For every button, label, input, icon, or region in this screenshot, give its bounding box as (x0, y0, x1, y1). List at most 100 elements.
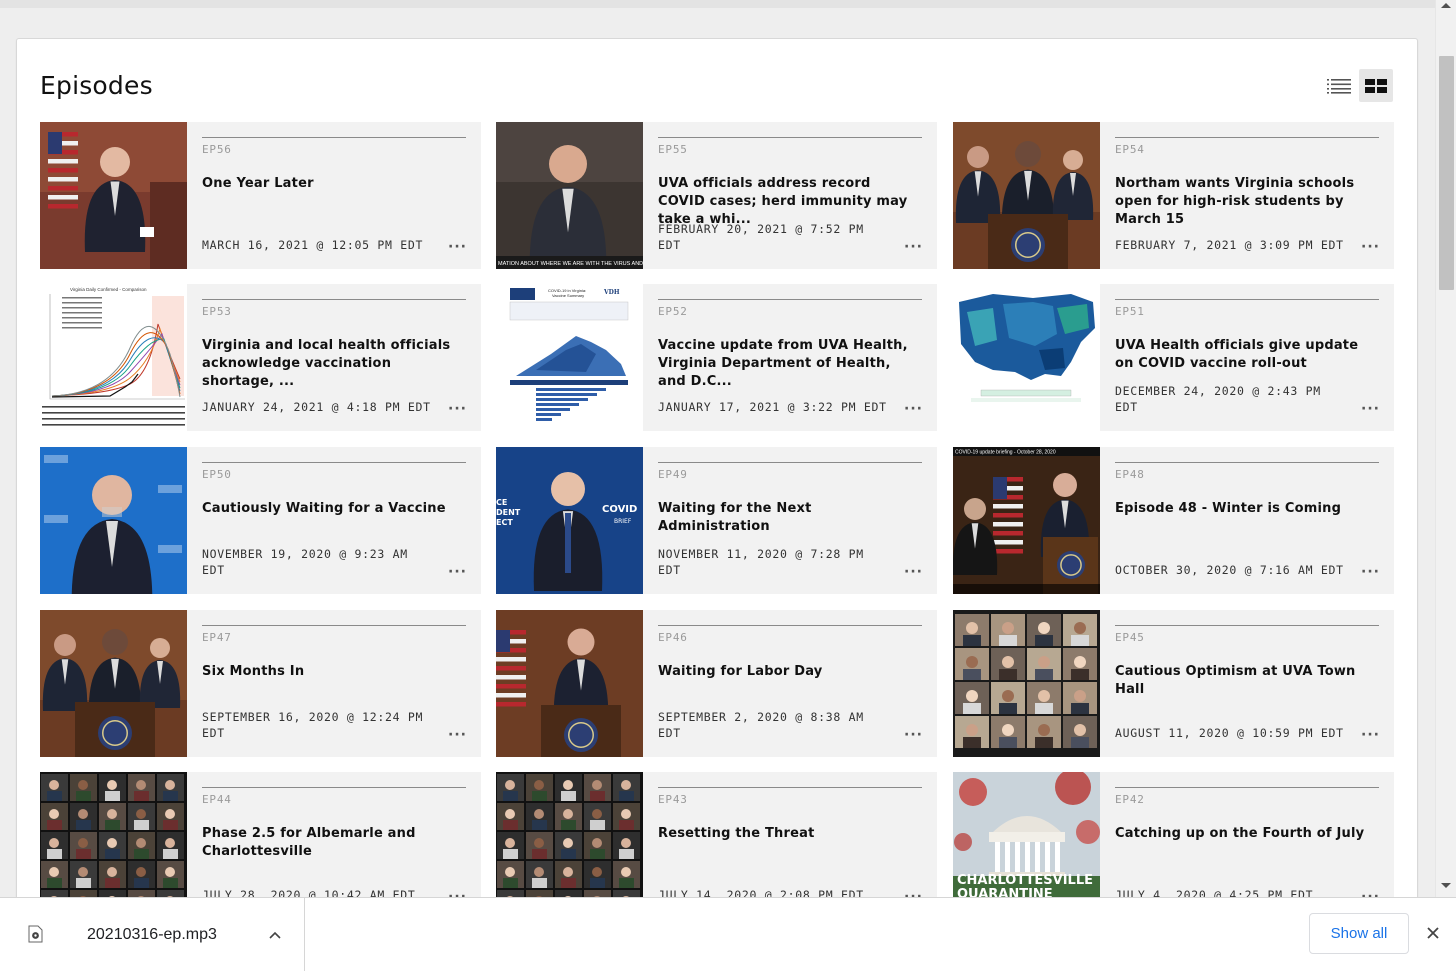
episode-thumbnail[interactable] (40, 772, 187, 897)
episode-thumbnail[interactable] (40, 447, 187, 594)
more-options-icon[interactable]: ··· (1361, 240, 1380, 254)
episode-card[interactable]: Virginia Daily Confirmed - Comparison EP… (40, 284, 481, 431)
divider (658, 137, 922, 138)
episode-thumbnail[interactable] (496, 610, 643, 757)
episode-thumbnail[interactable]: COVID-19 update briefing - October 28, 2… (953, 447, 1100, 594)
episode-title[interactable]: One Year Later (202, 175, 464, 193)
more-options-icon[interactable]: ··· (1361, 402, 1380, 416)
episode-thumbnail[interactable] (953, 284, 1100, 431)
episode-title[interactable]: Virginia and local health officials ackn… (202, 337, 464, 391)
episode-card[interactable]: EP50 Cautiously Waiting for a Vaccine NO… (40, 447, 481, 594)
more-options-icon[interactable]: ··· (904, 240, 923, 254)
more-options-icon[interactable]: ··· (448, 240, 467, 254)
episode-title[interactable]: Phase 2.5 for Albemarle and Charlottesvi… (202, 825, 464, 861)
episode-number: EP45 (1115, 631, 1145, 644)
chevron-up-icon[interactable] (268, 927, 282, 945)
episode-card[interactable]: CHARLOTTESVILLE QUARANTINE EP42 Catching… (953, 772, 1394, 897)
episode-title[interactable]: Six Months In (202, 663, 464, 681)
episode-title[interactable]: Vaccine update from UVA Health, Virginia… (658, 337, 920, 391)
vertical-scrollbar[interactable] (1435, 0, 1456, 897)
episode-date: FEBRUARY 7, 2021 @ 3:09 PM EDT (1115, 238, 1344, 252)
episode-thumbnail[interactable] (496, 772, 643, 897)
episode-info: EP45 Cautious Optimism at UVA Town Hall … (1100, 610, 1394, 757)
episode-thumbnail[interactable] (953, 122, 1100, 269)
download-bar: 20210316-ep.mp3 Show all (0, 897, 1456, 971)
download-item[interactable]: 20210316-ep.mp3 (0, 898, 305, 971)
episode-date: FEBRUARY 20, 2021 @ 7:52 PM EDT (658, 222, 864, 252)
episode-card[interactable]: COVID-19 in Virginia: Vaccine Summary VD… (496, 284, 937, 431)
scrollbar-thumb[interactable] (1439, 56, 1454, 290)
episode-card[interactable]: EP56 One Year Later MARCH 16, 2021 @ 12:… (40, 122, 481, 269)
episode-card[interactable]: EP43 Resetting the Threat JULY 14, 2020 … (496, 772, 937, 897)
svg-text:VDH: VDH (603, 289, 620, 296)
episode-number: EP56 (202, 143, 232, 156)
svg-text:COVID: COVID (602, 504, 637, 515)
episode-info: EP42 Catching up on the Fourth of July J… (1100, 772, 1394, 897)
episode-number: EP43 (658, 793, 688, 806)
page-top-strip (0, 0, 1435, 8)
episode-title[interactable]: Waiting for Labor Day (658, 663, 920, 681)
episode-thumbnail[interactable] (40, 610, 187, 757)
episode-info: EP48 Episode 48 - Winter is Coming OCTOB… (1100, 447, 1394, 594)
grid-view-button[interactable] (1359, 69, 1393, 102)
episode-date: NOVEMBER 19, 2020 @ 9:23 AM EDT (202, 547, 408, 577)
svg-text:COVID-19 update briefing - Oct: COVID-19 update briefing - October 28, 2… (955, 450, 1056, 456)
show-all-button[interactable]: Show all (1309, 913, 1409, 954)
episode-date: DECEMBER 24, 2020 @ 2:43 PM EDT (1115, 384, 1321, 414)
more-options-icon[interactable]: ··· (904, 728, 923, 742)
more-options-icon[interactable]: ··· (904, 565, 923, 579)
scroll-down-arrow-icon[interactable] (1441, 883, 1451, 888)
list-view-button[interactable] (1322, 69, 1356, 102)
browser-viewport: Episodes EP56 One Year Later MARCH 16, 2… (0, 0, 1435, 897)
episode-card[interactable]: EP45 Cautious Optimism at UVA Town Hall … (953, 610, 1394, 757)
download-file-name: 20210316-ep.mp3 (87, 926, 217, 943)
episode-number: EP54 (1115, 143, 1145, 156)
divider (1115, 787, 1379, 788)
more-options-icon[interactable]: ··· (448, 565, 467, 579)
episode-number: EP48 (1115, 468, 1145, 481)
episode-info: EP56 One Year Later MARCH 16, 2021 @ 12:… (187, 122, 481, 269)
episode-card[interactable]: EP51 UVA Health officials give update on… (953, 284, 1394, 431)
svg-text:CE: CE (496, 498, 507, 507)
more-options-icon[interactable]: ··· (904, 402, 923, 416)
episode-thumbnail[interactable] (953, 610, 1100, 757)
more-options-icon[interactable]: ··· (1361, 728, 1380, 742)
episode-info: EP50 Cautiously Waiting for a Vaccine NO… (187, 447, 481, 594)
episode-card[interactable]: MATION ABOUT WHERE WE ARE WITH THE VIRUS… (496, 122, 937, 269)
close-icon[interactable] (1424, 924, 1442, 942)
view-toggle (1322, 69, 1393, 102)
episode-title[interactable]: Waiting for the Next Administration (658, 500, 920, 536)
episode-thumbnail[interactable]: CE DENT ECT COVID BRIEF (496, 447, 643, 594)
episode-thumbnail[interactable]: CHARLOTTESVILLE QUARANTINE (953, 772, 1100, 897)
more-options-icon[interactable]: ··· (448, 402, 467, 416)
episode-title[interactable]: Northam wants Virginia schools open for … (1115, 175, 1377, 229)
grid-view-icon (1365, 78, 1387, 93)
episode-thumbnail[interactable] (40, 122, 187, 269)
audio-file-icon (28, 925, 43, 943)
episode-title[interactable]: Cautiously Waiting for a Vaccine (202, 500, 464, 518)
episode-info: EP46 Waiting for Labor Day SEPTEMBER 2, … (643, 610, 937, 757)
episode-number: EP51 (1115, 305, 1145, 318)
divider (1115, 299, 1379, 300)
episode-date: SEPTEMBER 2, 2020 @ 8:38 AM EDT (658, 710, 864, 740)
episode-title[interactable]: Episode 48 - Winter is Coming (1115, 500, 1377, 518)
episode-title[interactable]: UVA Health officials give update on COVI… (1115, 337, 1377, 373)
episode-card[interactable]: EP54 Northam wants Virginia schools open… (953, 122, 1394, 269)
episode-thumbnail[interactable]: Virginia Daily Confirmed - Comparison (40, 284, 187, 431)
episode-date: NOVEMBER 11, 2020 @ 7:28 PM EDT (658, 547, 864, 577)
episode-thumbnail[interactable]: COVID-19 in Virginia: Vaccine Summary VD… (496, 284, 643, 431)
svg-text:MATION ABOUT WHERE WE ARE WITH: MATION ABOUT WHERE WE ARE WITH THE VIRUS… (498, 261, 643, 267)
episode-title[interactable]: Resetting the Threat (658, 825, 920, 843)
episode-card[interactable]: CE DENT ECT COVID BRIEF EP49 Waiting for… (496, 447, 937, 594)
episode-thumbnail[interactable]: MATION ABOUT WHERE WE ARE WITH THE VIRUS… (496, 122, 643, 269)
more-options-icon[interactable]: ··· (448, 728, 467, 742)
scroll-up-arrow-icon[interactable] (1441, 3, 1451, 8)
episode-card[interactable]: EP47 Six Months In SEPTEMBER 16, 2020 @ … (40, 610, 481, 757)
episode-number: EP47 (202, 631, 232, 644)
episode-title[interactable]: Cautious Optimism at UVA Town Hall (1115, 663, 1377, 699)
episode-card[interactable]: COVID-19 update briefing - October 28, 2… (953, 447, 1394, 594)
episode-card[interactable]: EP46 Waiting for Labor Day SEPTEMBER 2, … (496, 610, 937, 757)
episode-card[interactable]: EP44 Phase 2.5 for Albemarle and Charlot… (40, 772, 481, 897)
more-options-icon[interactable]: ··· (1361, 565, 1380, 579)
episode-title[interactable]: Catching up on the Fourth of July (1115, 825, 1377, 843)
